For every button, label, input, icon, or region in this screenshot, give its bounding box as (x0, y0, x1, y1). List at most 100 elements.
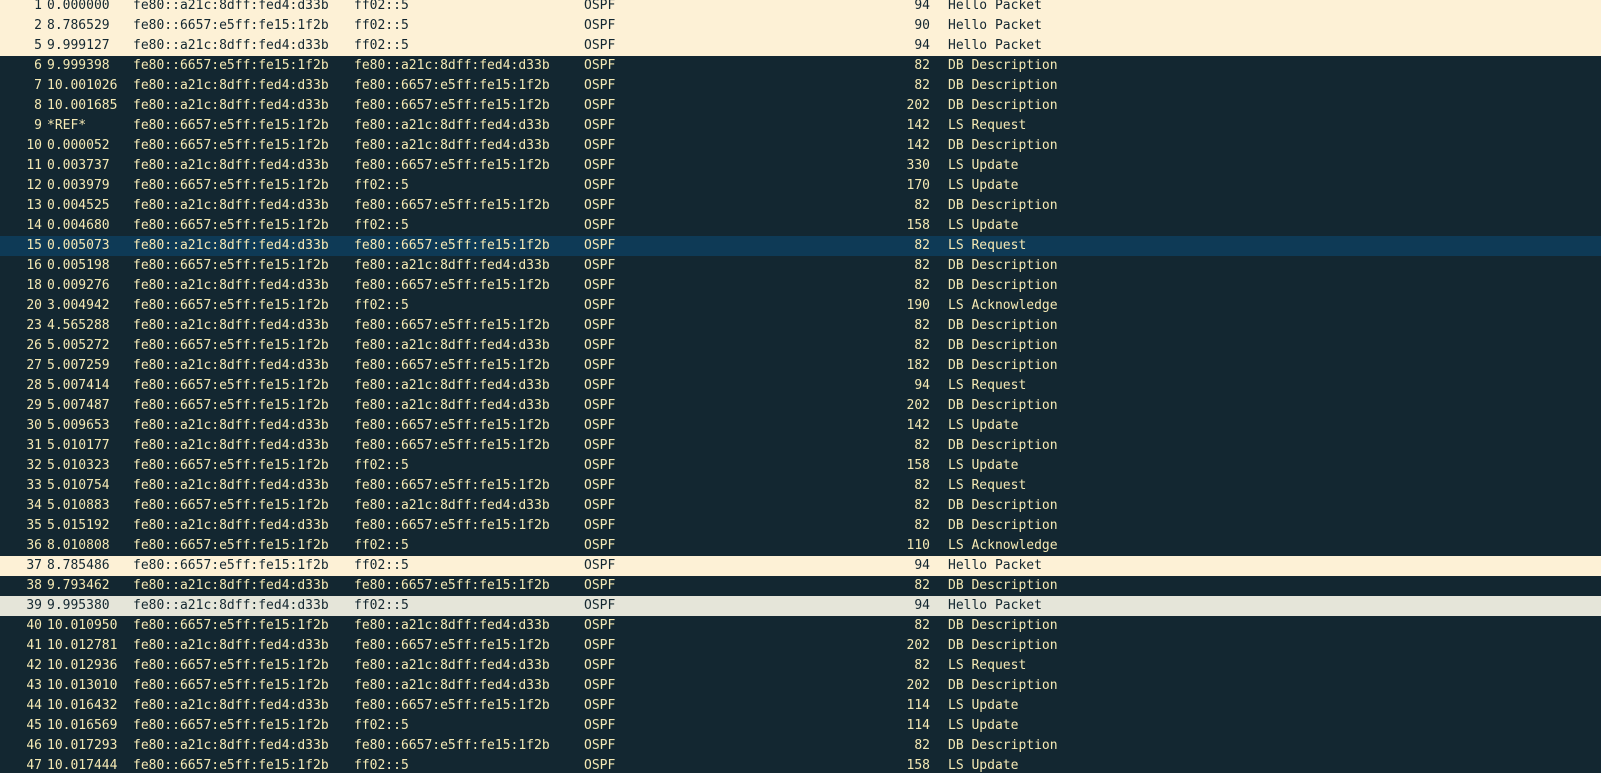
packet-source: fe80::a21c:8dff:fed4:d33b (133, 238, 329, 253)
packet-row[interactable]: 32 5.010323 fe80::6657:e5ff:fe15:1f2b ff02:… (0, 456, 1601, 476)
packet-destination: fe80::6657:e5ff:fe15:1f2b (354, 738, 550, 753)
packet-source: fe80::6657:e5ff:fe15:1f2b (133, 758, 329, 773)
packet-time: 9.999127 (47, 38, 110, 53)
packet-protocol: OSPF (584, 118, 616, 133)
packet-destination: fe80::a21c:8dff:fed4:d33b (354, 618, 550, 633)
packet-destination: fe80::6657:e5ff:fe15:1f2b (354, 638, 550, 653)
packet-length: 94 (914, 38, 930, 53)
packet-time: 0.000052 (47, 138, 110, 153)
packet-row[interactable]: 23 4.565288 fe80::a21c:8dff:fed4:d33b fe80:… (0, 316, 1601, 336)
packet-row[interactable]: 35 5.015192 fe80::a21c:8dff:fed4:d33b fe80:… (0, 516, 1601, 536)
packet-row[interactable]: 6 9.999398 fe80::6657:e5ff:fe15:1f2b fe80::… (0, 56, 1601, 76)
packet-protocol: OSPF (584, 738, 616, 753)
packet-length: 82 (914, 78, 930, 93)
packet-time: 0.009276 (47, 278, 110, 293)
packet-row[interactable]: 31 5.010177 fe80::a21c:8dff:fed4:d33b fe80:… (0, 436, 1601, 456)
packet-row[interactable]: 16 0.005198 fe80::6657:e5ff:fe15:1f2b fe80:… (0, 256, 1601, 276)
packet-length: 90 (914, 18, 930, 33)
packet-row[interactable]: 7 10.001026 fe80::a21c:8dff:fed4:d33b fe80:… (0, 76, 1601, 96)
packet-protocol: OSPF (584, 58, 616, 73)
packet-time: 0.004680 (47, 218, 110, 233)
packet-source: fe80::a21c:8dff:fed4:d33b (133, 158, 329, 173)
packet-row[interactable]: 42 10.012936 fe80::6657:e5ff:fe15:1f2b fe80… (0, 656, 1601, 676)
packet-time: 10.010950 (47, 618, 118, 633)
packet-info: LS Update (948, 758, 1019, 773)
packet-row[interactable]: 29 5.007487 fe80::6657:e5ff:fe15:1f2b fe80:… (0, 396, 1601, 416)
packet-protocol: OSPF (584, 358, 616, 373)
packet-row[interactable]: 44 10.016432 fe80::a21c:8dff:fed4:d33b fe80… (0, 696, 1601, 716)
packet-info: DB Description (948, 58, 1058, 73)
packet-number: 1 (34, 0, 42, 13)
packet-time: 10.016569 (47, 718, 118, 733)
packet-row[interactable]: 14 0.004680 fe80::6657:e5ff:fe15:1f2b ff02:… (0, 216, 1601, 236)
packet-destination: fe80::6657:e5ff:fe15:1f2b (354, 518, 550, 533)
packet-time: 10.001685 (47, 98, 118, 113)
packet-time: 5.007414 (47, 378, 110, 393)
packet-info: DB Description (948, 398, 1058, 413)
packet-protocol: OSPF (584, 258, 616, 273)
packet-row[interactable]: 27 5.007259 fe80::a21c:8dff:fed4:d33b fe80:… (0, 356, 1601, 376)
packet-row[interactable]: 26 5.005272 fe80::6657:e5ff:fe15:1f2b fe80:… (0, 336, 1601, 356)
packet-time: 0.005073 (47, 238, 110, 253)
packet-list[interactable]: 1 0.000000 fe80::a21c:8dff:fed4:d33b ff02::… (0, 0, 1601, 773)
packet-row[interactable]: 18 0.009276 fe80::a21c:8dff:fed4:d33b fe80:… (0, 276, 1601, 296)
packet-time: 10.001026 (47, 78, 118, 93)
packet-row[interactable]: 33 5.010754 fe80::a21c:8dff:fed4:d33b fe80:… (0, 476, 1601, 496)
packet-source: fe80::6657:e5ff:fe15:1f2b (133, 718, 329, 733)
packet-info: LS Acknowledge (948, 298, 1058, 313)
packet-row-selected[interactable]: 15 0.005073 fe80::a21c:8dff:fed4:d33b fe80:… (0, 236, 1601, 256)
packet-destination: fe80::6657:e5ff:fe15:1f2b (354, 158, 550, 173)
packet-row[interactable]: 34 5.010883 fe80::6657:e5ff:fe15:1f2b fe80:… (0, 496, 1601, 516)
packet-source: fe80::6657:e5ff:fe15:1f2b (133, 18, 329, 33)
packet-row[interactable]: 41 10.012781 fe80::a21c:8dff:fed4:d33b fe80… (0, 636, 1601, 656)
packet-protocol: OSPF (584, 238, 616, 253)
packet-length: 82 (914, 438, 930, 453)
packet-row[interactable]: 39 9.995380 fe80::a21c:8dff:fed4:d33b ff02:… (0, 596, 1601, 616)
packet-number: 5 (34, 38, 42, 53)
packet-destination: fe80::6657:e5ff:fe15:1f2b (354, 358, 550, 373)
packet-row[interactable]: 1 0.000000 fe80::a21c:8dff:fed4:d33b ff02::… (0, 0, 1601, 16)
packet-info: DB Description (948, 578, 1058, 593)
packet-row[interactable]: 40 10.010950 fe80::6657:e5ff:fe15:1f2b fe80… (0, 616, 1601, 636)
packet-row[interactable]: 8 10.001685 fe80::a21c:8dff:fed4:d33b fe80:… (0, 96, 1601, 116)
packet-row[interactable]: 47 10.017444 fe80::6657:e5ff:fe15:1f2b ff02… (0, 756, 1601, 773)
packet-row[interactable]: 20 3.004942 fe80::6657:e5ff:fe15:1f2b ff02:… (0, 296, 1601, 316)
packet-number: 18 (26, 278, 42, 293)
packet-length: 82 (914, 658, 930, 673)
packet-row[interactable]: 13 0.004525 fe80::a21c:8dff:fed4:d33b fe80:… (0, 196, 1601, 216)
packet-row[interactable]: 37 8.785486 fe80::6657:e5ff:fe15:1f2b ff02:… (0, 556, 1601, 576)
packet-row[interactable]: 43 10.013010 fe80::6657:e5ff:fe15:1f2b fe80… (0, 676, 1601, 696)
packet-destination: fe80::a21c:8dff:fed4:d33b (354, 138, 550, 153)
packet-destination: ff02::5 (354, 458, 409, 473)
packet-row[interactable]: 28 5.007414 fe80::6657:e5ff:fe15:1f2b fe80:… (0, 376, 1601, 396)
packet-row[interactable]: 5 9.999127 fe80::a21c:8dff:fed4:d33b ff02::… (0, 36, 1601, 56)
packet-protocol: OSPF (584, 538, 616, 553)
packet-row[interactable]: 2 8.786529 fe80::6657:e5ff:fe15:1f2b ff02::… (0, 16, 1601, 36)
packet-number: 10 (26, 138, 42, 153)
packet-row[interactable]: 9 *REF* fe80::6657:e5ff:fe15:1f2b fe80::a21… (0, 116, 1601, 136)
packet-time: 4.565288 (47, 318, 110, 333)
packet-source: fe80::a21c:8dff:fed4:d33b (133, 278, 329, 293)
packet-row[interactable]: 30 5.009653 fe80::a21c:8dff:fed4:d33b fe80:… (0, 416, 1601, 436)
packet-destination: fe80::a21c:8dff:fed4:d33b (354, 118, 550, 133)
packet-protocol: OSPF (584, 18, 616, 33)
packet-destination: ff02::5 (354, 0, 409, 13)
packet-time: 5.015192 (47, 518, 110, 533)
packet-row[interactable]: 36 8.010808 fe80::6657:e5ff:fe15:1f2b ff02:… (0, 536, 1601, 556)
packet-info: DB Description (948, 618, 1058, 633)
packet-protocol: OSPF (584, 198, 616, 213)
packet-info: Hello Packet (948, 598, 1042, 613)
packet-length: 82 (914, 738, 930, 753)
packet-time: 10.013010 (47, 678, 118, 693)
packet-row[interactable]: 10 0.000052 fe80::6657:e5ff:fe15:1f2b fe80:… (0, 136, 1601, 156)
packet-row[interactable]: 11 0.003737 fe80::a21c:8dff:fed4:d33b fe80:… (0, 156, 1601, 176)
packet-protocol: OSPF (584, 498, 616, 513)
packet-row[interactable]: 12 0.003979 fe80::6657:e5ff:fe15:1f2b ff02:… (0, 176, 1601, 196)
packet-row[interactable]: 38 9.793462 fe80::a21c:8dff:fed4:d33b fe80:… (0, 576, 1601, 596)
packet-row[interactable]: 45 10.016569 fe80::6657:e5ff:fe15:1f2b ff02… (0, 716, 1601, 736)
packet-row[interactable]: 46 10.017293 fe80::a21c:8dff:fed4:d33b fe80… (0, 736, 1601, 756)
packet-number: 12 (26, 178, 42, 193)
packet-info: LS Update (948, 158, 1019, 173)
packet-destination: ff02::5 (354, 758, 409, 773)
packet-time: 5.007487 (47, 398, 110, 413)
